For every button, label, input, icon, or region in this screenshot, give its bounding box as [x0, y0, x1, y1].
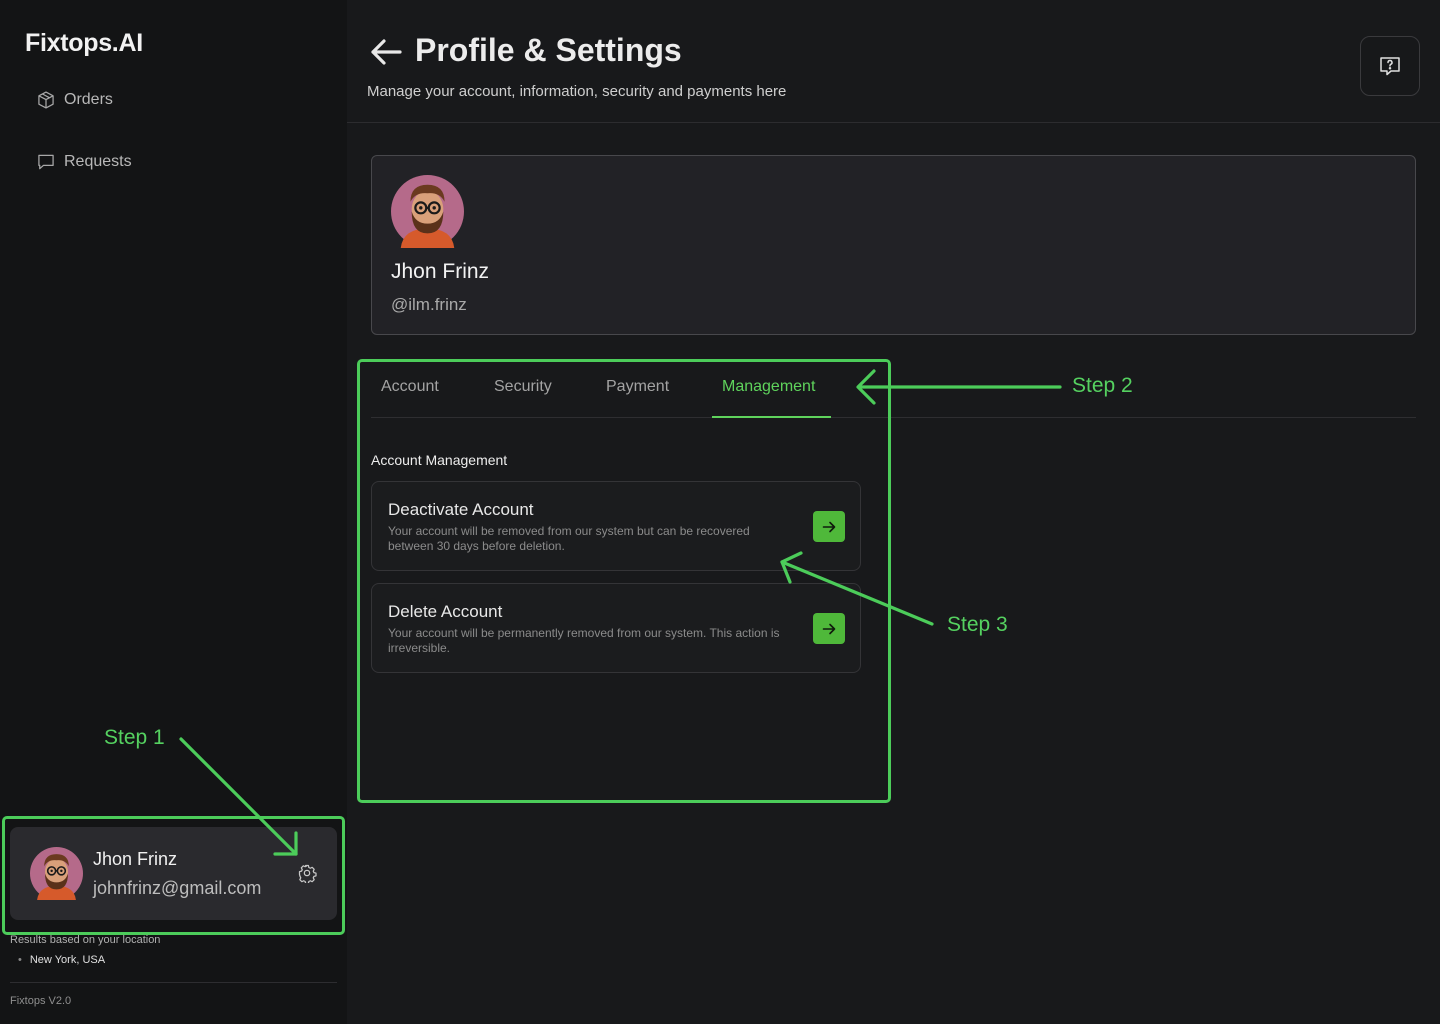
arrow-right-icon — [822, 623, 836, 634]
step-3-label: Step 3 — [947, 613, 1008, 636]
location-value: • New York, USA — [18, 954, 105, 966]
user-email: johnfrinz@gmail.com — [93, 878, 262, 898]
delete-account-card[interactable]: Delete Account Your account will be perm… — [371, 583, 861, 673]
location-text: New York, USA — [29, 954, 106, 966]
step-2-arrow — [856, 369, 1062, 405]
sidebar-item-label: Orders — [64, 91, 113, 108]
bullet-icon: • — [18, 954, 22, 966]
page-subtitle: Manage your account, information, securi… — [367, 83, 787, 100]
card-description: Your account will be removed from our sy… — [388, 524, 750, 553]
sidebar-item-requests[interactable]: Requests — [36, 152, 132, 172]
profile-handle: @ilm.frinz — [391, 295, 467, 314]
delete-account-button[interactable] — [813, 613, 845, 644]
card-title: Deactivate Account — [388, 500, 534, 519]
card-title: Delete Account — [388, 602, 503, 621]
help-button[interactable] — [1360, 36, 1420, 96]
profile-name: Jhon Frinz — [391, 260, 490, 283]
card-description: Your account will be permanently removed… — [388, 626, 780, 655]
tab-payment[interactable]: Payment — [606, 378, 669, 396]
step-2-highlight — [357, 359, 891, 803]
sidebar-item-label: Requests — [64, 153, 132, 170]
tab-security[interactable]: Security — [494, 378, 552, 396]
avatar — [391, 175, 464, 248]
deactivate-account-button[interactable] — [813, 511, 845, 542]
back-arrow-icon[interactable] — [369, 37, 403, 67]
avatar — [30, 847, 83, 900]
help-icon — [1380, 57, 1400, 76]
tab-management[interactable]: Management — [722, 378, 815, 396]
step-2-label: Step 2 — [1072, 374, 1133, 397]
divider — [10, 982, 337, 983]
tabs-divider — [371, 417, 1416, 418]
deactivate-account-card[interactable]: Deactivate Account Your account will be … — [371, 481, 861, 571]
user-name: Jhon Frinz — [93, 849, 178, 869]
gear-icon[interactable] — [297, 863, 317, 883]
app-version: Fixtops V2.0 — [10, 995, 72, 1007]
package-icon — [38, 91, 54, 109]
sidebar: Fixtops.AI Orders Requests Jhon Frinz jo… — [0, 0, 347, 1024]
location-label: Results based on your location — [10, 934, 161, 946]
page-header: Profile & Settings Manage your account, … — [347, 0, 1440, 123]
chat-icon — [38, 154, 54, 170]
section-title: Account Management — [371, 452, 508, 468]
profile-card: Jhon Frinz @ilm.frinz — [371, 155, 1416, 335]
sidebar-item-orders[interactable]: Orders — [36, 90, 113, 110]
active-tab-indicator — [712, 416, 831, 418]
tab-account[interactable]: Account — [381, 378, 439, 396]
sidebar-user-card[interactable]: Jhon Frinz johnfrinz@gmail.com — [10, 827, 337, 920]
page-title: Profile & Settings — [415, 32, 682, 68]
step-1-label: Step 1 — [104, 726, 165, 749]
arrow-right-icon — [822, 521, 836, 532]
brand-logo: Fixtops.AI — [25, 29, 143, 57]
